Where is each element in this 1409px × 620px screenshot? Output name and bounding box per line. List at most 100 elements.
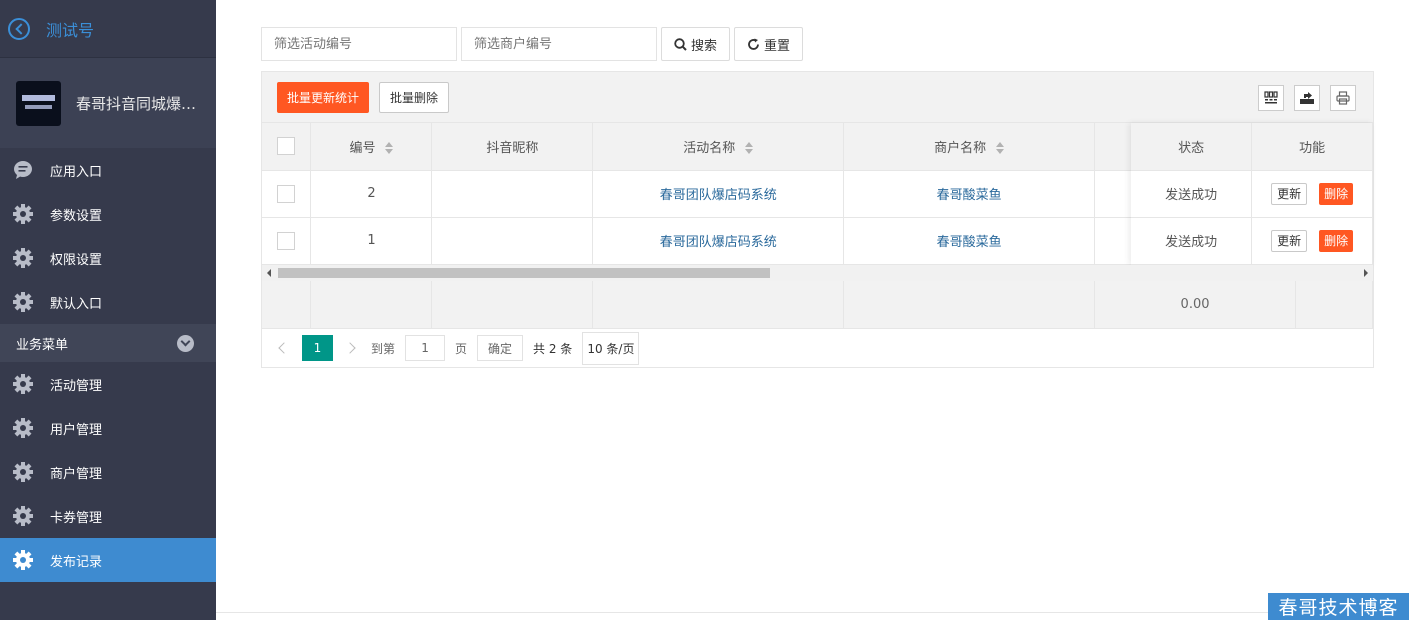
delete-button[interactable]: 删除 (1319, 229, 1354, 252)
sort-icon[interactable] (745, 142, 754, 155)
sidebar-item-params[interactable]: 参数设置 (0, 192, 216, 236)
table-row: 发送成功 更新 删除 (1131, 217, 1373, 265)
export-icon[interactable] (1294, 85, 1320, 111)
page-size-select[interactable]: 10 条/页 (582, 331, 640, 365)
chevron-down-icon[interactable] (177, 334, 194, 352)
row-checkbox[interactable] (277, 231, 296, 250)
sidebar-item-default-entry[interactable]: 默认入口 (0, 280, 216, 324)
filter-bar: 搜索 重置 (261, 27, 804, 61)
print-icon[interactable] (1330, 85, 1356, 111)
next-page-icon[interactable] (345, 341, 359, 355)
profile-name: 春哥抖音同城爆… (76, 94, 197, 113)
select-all-checkbox[interactable] (277, 137, 296, 156)
sidebar-item-merchants[interactable]: 商户管理 (0, 450, 216, 494)
section-business-menu[interactable]: 业务菜单 (0, 324, 216, 362)
sidebar-item-coupons[interactable]: 卡券管理 (0, 494, 216, 538)
row-select-cell (262, 170, 312, 218)
cell-actions: 更新 删除 (1251, 217, 1373, 265)
gear-icon (12, 373, 34, 395)
total-cell (1295, 281, 1374, 329)
fixed-right-columns: 状态 功能 发送成功 更新 删除 发送成功 更新 删除 (1131, 123, 1373, 265)
batch-delete-button[interactable]: 批量删除 (379, 82, 450, 113)
sidebar-item-app-entry[interactable]: 应用入口 (0, 148, 216, 192)
section-label: 业务菜单 (16, 337, 69, 353)
select-all-cell (262, 123, 312, 171)
app-title: 测试号 (46, 20, 95, 40)
gear-icon (12, 549, 34, 571)
total-cell (843, 281, 1096, 329)
page-jump-confirm-button[interactable]: 确定 (477, 335, 524, 361)
total-cell (262, 281, 312, 329)
cell-activity: 春哥团队爆店码系统 (592, 170, 845, 218)
prev-page-icon[interactable] (276, 341, 290, 355)
activity-id-filter-input[interactable] (261, 27, 457, 61)
merchant-id-filter-input[interactable] (461, 27, 657, 61)
cell-merchant: 春哥酸菜鱼 (843, 217, 1096, 265)
sidebar-item-publish-records[interactable]: 发布记录 (0, 538, 216, 582)
gear-icon (12, 461, 34, 483)
cell-nickname (431, 170, 594, 218)
footer-divider (216, 612, 1409, 613)
update-button[interactable]: 更新 (1271, 229, 1308, 252)
scroll-left-arrow-icon[interactable] (267, 269, 271, 277)
activity-link[interactable]: 春哥团队爆店码系统 (660, 188, 777, 203)
col-header-status: 状态 (1131, 123, 1253, 171)
cell-id: 1 (310, 217, 433, 265)
batch-update-stats-button[interactable]: 批量更新统计 (277, 82, 370, 113)
sidebar-item-label: 应用入口 (50, 164, 103, 180)
pagination: 1 到第 页 确定 共 2 条 10 条/页 (262, 329, 1373, 367)
sidebar-header: 测试号 (0, 0, 216, 58)
cell-actions: 更新 删除 (1251, 170, 1373, 218)
sidebar-item-permissions[interactable]: 权限设置 (0, 236, 216, 280)
activity-link[interactable]: 春哥团队爆店码系统 (660, 235, 777, 250)
update-button[interactable]: 更新 (1271, 182, 1308, 205)
chat-bubble-icon (12, 159, 34, 181)
cell-nickname (431, 217, 594, 265)
col-header-label: 抖音昵称 (486, 140, 539, 156)
gear-icon (12, 247, 34, 269)
total-count: 共 2 条 (533, 341, 573, 356)
table-row: 发送成功 更新 删除 (1131, 170, 1373, 218)
col-header-actions: 功能 (1251, 123, 1373, 171)
col-header-nickname: 抖音昵称 (431, 123, 594, 171)
main-content: 搜索 重置 批量更新统计 批量删除 编号 抖音昵称 (216, 0, 1409, 620)
horizontal-scrollbar[interactable] (262, 265, 1373, 281)
sidebar-item-label: 权限设置 (50, 252, 103, 268)
sidebar-item-label: 卡券管理 (50, 510, 103, 526)
back-arrow-icon[interactable] (8, 17, 30, 40)
search-button[interactable]: 搜索 (661, 27, 731, 61)
sidebar: 测试号 春哥抖音同城爆… 应用入口 参数设置 权限设置 默认入口 业务菜单 活动… (0, 0, 216, 620)
col-header-label: 活动名称 (683, 140, 736, 156)
sidebar-item-users[interactable]: 用户管理 (0, 406, 216, 450)
reset-button-label: 重置 (764, 38, 791, 54)
goto-label: 到第 (371, 341, 396, 356)
search-icon (674, 37, 687, 51)
sort-icon[interactable] (385, 142, 394, 155)
reset-button[interactable]: 重置 (734, 27, 804, 61)
col-header-label: 商户名称 (934, 140, 987, 156)
delete-button[interactable]: 删除 (1319, 182, 1354, 205)
sidebar-item-label: 用户管理 (50, 422, 103, 438)
col-header-activity[interactable]: 活动名称 (592, 123, 845, 171)
avatar (16, 80, 61, 126)
scroll-right-arrow-icon[interactable] (1364, 269, 1368, 277)
sidebar-item-activity[interactable]: 活动管理 (0, 362, 216, 406)
profile: 春哥抖音同城爆… (0, 58, 216, 148)
table-header-row: 状态 功能 (1131, 123, 1373, 171)
col-header-id[interactable]: 编号 (310, 123, 433, 171)
sort-icon[interactable] (996, 142, 1005, 155)
data-table: 批量更新统计 批量删除 编号 抖音昵称 活动名称 商户名称 2 春哥团队爆店码系… (261, 71, 1374, 368)
gear-icon (12, 291, 34, 313)
columns-filter-icon[interactable] (1258, 85, 1284, 111)
sidebar-item-label: 默认入口 (50, 296, 103, 312)
merchant-link[interactable]: 春哥酸菜鱼 (937, 188, 1002, 203)
row-checkbox[interactable] (277, 184, 296, 203)
total-cell (310, 281, 433, 329)
gear-icon (12, 203, 34, 225)
table-toolbar: 批量更新统计 批量删除 (262, 72, 1373, 123)
col-header-merchant[interactable]: 商户名称 (843, 123, 1096, 171)
scrollbar-thumb[interactable] (278, 268, 770, 278)
page-jump-input[interactable] (405, 335, 446, 361)
current-page[interactable]: 1 (302, 335, 333, 361)
merchant-link[interactable]: 春哥酸菜鱼 (937, 235, 1002, 250)
